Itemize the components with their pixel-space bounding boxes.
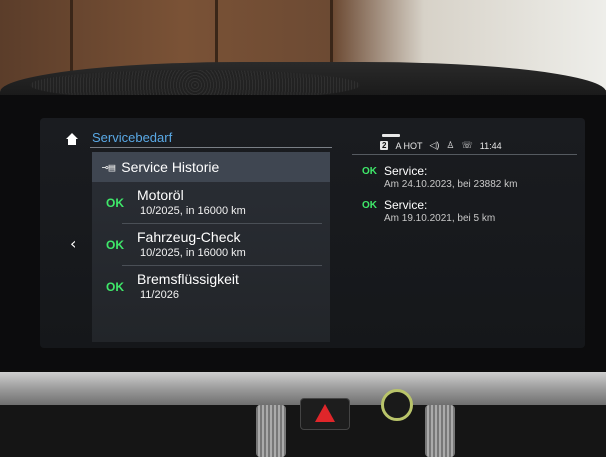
status-badge: OK: [362, 166, 377, 177]
cabinet-edge: [70, 0, 73, 80]
item-title: Motoröl: [137, 187, 184, 203]
status-badge: OK: [106, 238, 124, 252]
history-detail: Am 19.10.2021, bei 5 km: [384, 213, 496, 224]
home-icon[interactable]: [66, 133, 78, 145]
list-item[interactable]: OK Motoröl 10/2025, in 16000 km: [92, 184, 330, 224]
channel-badge: 2: [380, 141, 389, 150]
status-bar: 2 A HOT ◁) ♙ ☏ 11:44: [380, 140, 502, 151]
right-panel-divider: [352, 154, 577, 155]
status-badge: OK: [106, 196, 124, 210]
profile-icon: ♙: [446, 140, 455, 150]
clock: 11:44: [479, 140, 502, 151]
history-detail: Am 24.10.2023, bei 23882 km: [384, 179, 518, 190]
divider: [122, 265, 322, 266]
volume-knob[interactable]: [256, 405, 286, 457]
hazard-button[interactable]: [300, 398, 350, 430]
control-knob[interactable]: [425, 405, 455, 457]
item-title: Bremsflüssigkeit: [137, 271, 239, 287]
item-detail: 10/2025, in 16000 km: [140, 205, 246, 217]
car-service-icon: ⊸▤: [102, 160, 116, 174]
header-divider: [90, 147, 332, 148]
item-detail: 10/2025, in 16000 km: [140, 247, 246, 259]
list-item[interactable]: OK Fahrzeug-Check 10/2025, in 16000 km: [92, 226, 330, 266]
divider: [122, 223, 322, 224]
radio-station: A HOT: [395, 140, 423, 151]
engine-start-button[interactable]: [381, 389, 413, 421]
connectivity-icon: ☏: [461, 140, 473, 150]
hazard-triangle-icon: [315, 404, 335, 422]
page-title: Servicebedarf: [92, 130, 173, 145]
item-detail: 11/2026: [140, 289, 179, 301]
infotainment-screen: Servicebedarf 2 A HOT ◁) ♙ ☏ 11:44 ‹ ⊸▤ …: [40, 118, 585, 348]
service-history-label: Service Historie: [121, 159, 220, 175]
history-title: Service:: [384, 164, 428, 178]
list-item[interactable]: OK Bremsflüssigkeit 11/2026: [92, 268, 330, 308]
chevron-left-icon[interactable]: ‹: [70, 234, 76, 253]
item-title: Fahrzeug-Check: [137, 229, 241, 245]
status-badge: OK: [362, 200, 377, 211]
status-badge: OK: [106, 280, 124, 294]
service-history-button[interactable]: ⊸▤ Service Historie: [92, 152, 330, 182]
history-title: Service:: [384, 198, 428, 212]
status-indicator: [382, 134, 400, 137]
sound-icon: ◁): [429, 140, 440, 150]
